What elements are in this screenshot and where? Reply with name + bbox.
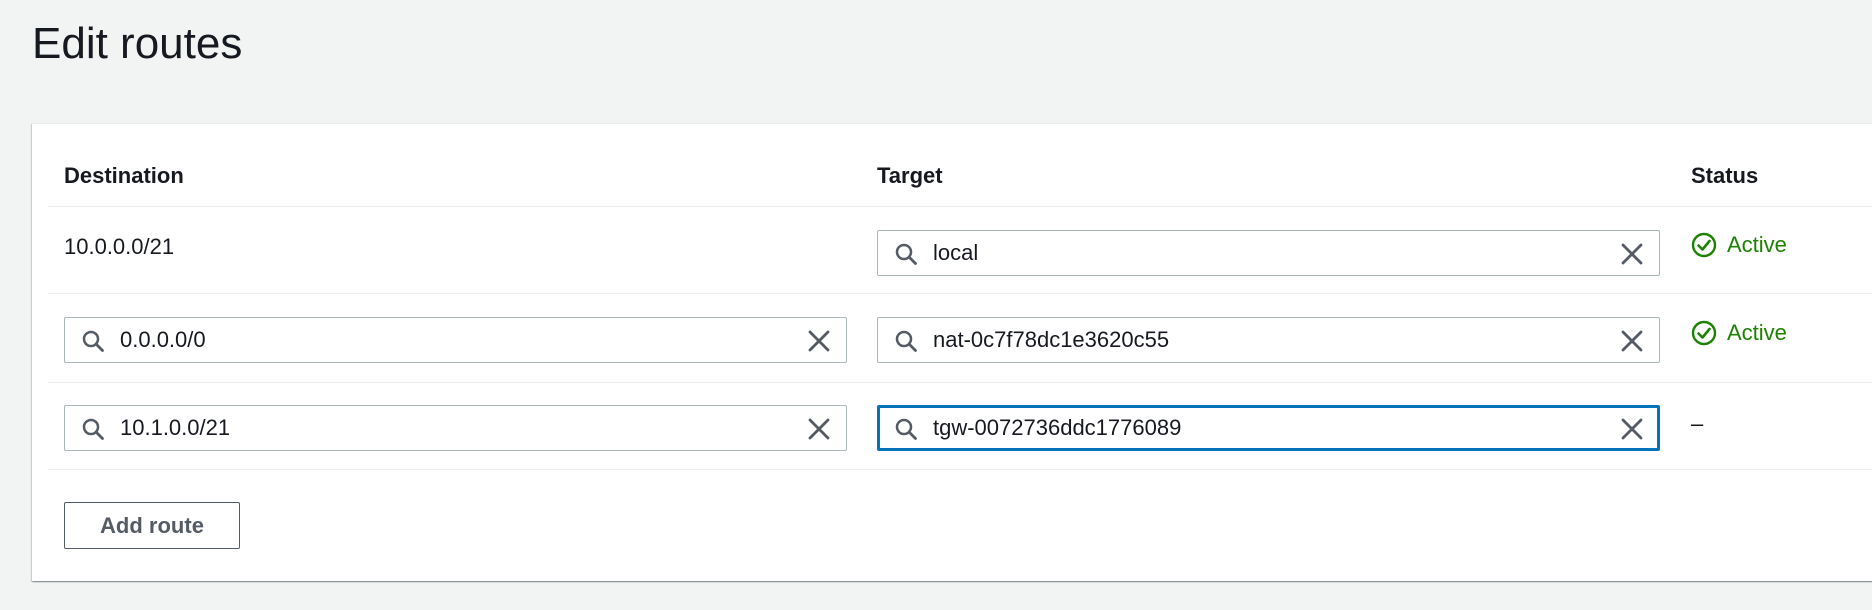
target-field[interactable]: nat-0c7f78dc1e3620c55 xyxy=(877,317,1660,363)
column-header-destination: Destination xyxy=(64,163,184,188)
row-divider xyxy=(48,382,1872,383)
close-icon[interactable] xyxy=(806,328,832,354)
target-input-value[interactable]: tgw-0072736ddc1776089 xyxy=(933,414,1181,442)
close-icon[interactable] xyxy=(806,416,832,442)
destination-input-value[interactable]: 10.1.0.0/21 xyxy=(120,414,230,442)
page-title: Edit routes xyxy=(32,19,243,68)
search-icon xyxy=(895,418,917,440)
destination-field[interactable]: 10.1.0.0/21 xyxy=(64,405,847,451)
row-divider xyxy=(48,206,1872,207)
close-icon[interactable] xyxy=(1619,328,1645,354)
status-label: Active xyxy=(1727,320,1787,345)
close-icon[interactable] xyxy=(1619,241,1645,267)
status-label: – xyxy=(1691,411,1704,436)
destination-field[interactable]: 0.0.0.0/0 xyxy=(64,317,847,363)
search-icon xyxy=(82,330,104,352)
target-input-value[interactable]: nat-0c7f78dc1e3620c55 xyxy=(933,326,1169,354)
status-label: Active xyxy=(1727,232,1787,257)
column-header-target: Target xyxy=(877,163,943,188)
status-badge: Active xyxy=(1691,230,1787,260)
close-icon[interactable] xyxy=(1619,416,1645,442)
target-input-value[interactable]: local xyxy=(933,239,978,267)
add-route-button[interactable]: Add route xyxy=(64,502,240,549)
routes-table: Destination Target Status 10.0.0.0/21 lo… xyxy=(32,123,1872,581)
row-divider xyxy=(48,469,1872,470)
status-badge: Active xyxy=(1691,318,1787,348)
search-icon xyxy=(895,243,917,265)
search-icon xyxy=(82,418,104,440)
destination-input-value[interactable]: 0.0.0.0/0 xyxy=(120,326,206,354)
check-circle-icon xyxy=(1691,232,1717,258)
column-header-status: Status xyxy=(1691,163,1759,188)
target-field[interactable]: local xyxy=(877,230,1660,276)
row-divider xyxy=(48,293,1872,294)
search-icon xyxy=(895,330,917,352)
destination-text: 10.0.0.0/21 xyxy=(64,234,175,259)
check-circle-icon xyxy=(1691,320,1717,346)
target-field[interactable]: tgw-0072736ddc1776089 xyxy=(877,405,1660,451)
